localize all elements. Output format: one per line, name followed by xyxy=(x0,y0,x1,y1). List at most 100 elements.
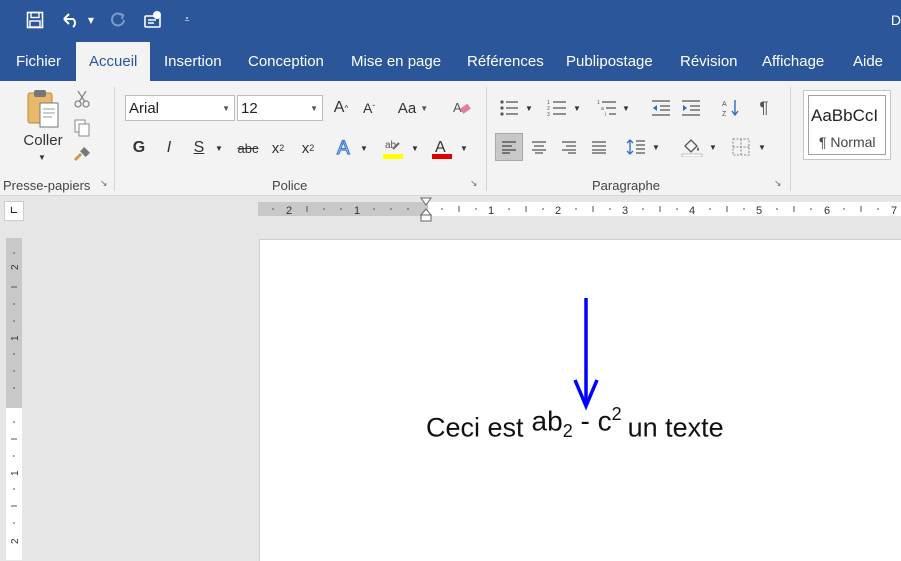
styles-gallery: AaBbCcI ¶ Normal xyxy=(803,90,891,160)
svg-text:A: A xyxy=(722,101,727,108)
svg-text:i: i xyxy=(605,112,606,117)
font-color-icon[interactable]: A xyxy=(429,135,455,161)
tab-publipostage[interactable]: Publipostage xyxy=(553,42,666,81)
group-divider xyxy=(790,87,791,191)
undo-icon[interactable] xyxy=(58,8,84,32)
sort-icon[interactable]: AZ xyxy=(719,96,743,120)
svg-text:A: A xyxy=(435,139,446,156)
highlight-dropdown-icon[interactable]: ▼ xyxy=(409,137,421,159)
tab-accueil[interactable]: Accueil xyxy=(76,42,151,81)
svg-text:a: a xyxy=(601,106,604,112)
font-group-label: Police xyxy=(272,178,308,193)
ruler-number: 2 xyxy=(286,205,292,217)
underline-button[interactable]: S xyxy=(188,137,210,159)
superscript-button[interactable]: x2 xyxy=(297,137,319,159)
paste-button[interactable]: Coller xyxy=(18,130,68,150)
subscript-base: x xyxy=(271,139,280,157)
subscript-mark: 2 xyxy=(279,143,285,153)
tab-aide[interactable]: Aide xyxy=(840,42,896,81)
change-case-button[interactable]: Aa ▼ xyxy=(395,96,431,120)
line-spacing-icon[interactable] xyxy=(624,133,648,161)
style-preview: AaBbCcI xyxy=(811,106,879,125)
ruler-number: 4 xyxy=(689,205,695,217)
clear-formatting-icon[interactable]: A xyxy=(451,96,473,120)
numbering-dropdown-icon[interactable]: ▼ xyxy=(571,96,583,120)
tab-fichier[interactable]: Fichier xyxy=(3,42,74,81)
show-formatting-marks-button[interactable]: ¶ xyxy=(753,96,775,120)
align-center-icon[interactable] xyxy=(527,133,551,161)
font-launcher-icon[interactable]: ↘ xyxy=(470,179,480,189)
vruler-number: 2 xyxy=(10,264,21,270)
vertical-ruler[interactable]: 2 1 1 2 xyxy=(0,238,24,560)
superscript-mark: 2 xyxy=(309,143,315,153)
paste-icon[interactable] xyxy=(22,87,66,131)
save-icon[interactable] xyxy=(22,8,48,32)
paste-dropdown-icon[interactable]: ▼ xyxy=(36,151,48,163)
font-color-dropdown-icon[interactable]: ▼ xyxy=(458,137,470,159)
text-after: un texte xyxy=(627,412,724,443)
tab-affichage[interactable]: Affichage xyxy=(749,42,837,81)
svg-text:3: 3 xyxy=(547,112,550,117)
bullets-dropdown-icon[interactable]: ▼ xyxy=(523,96,535,120)
format-painter-icon[interactable] xyxy=(72,145,92,165)
ruler-number: 5 xyxy=(756,205,762,217)
svg-text:1: 1 xyxy=(597,100,600,106)
copy-icon[interactable] xyxy=(72,118,92,138)
bold-button[interactable]: G xyxy=(128,137,150,159)
shrink-font-icon[interactable]: Aˇ xyxy=(358,96,380,120)
superscript-base: x xyxy=(301,139,310,157)
font-size-combo[interactable]: 12 ▼ xyxy=(237,95,323,121)
text-effects-icon[interactable]: A xyxy=(333,135,357,159)
touch-mode-icon[interactable] xyxy=(141,8,167,32)
cut-icon[interactable] xyxy=(72,89,92,109)
customize-qat-icon[interactable]: ⩡ xyxy=(180,8,194,32)
group-divider xyxy=(486,87,487,191)
document-title: D xyxy=(890,12,901,28)
tab-conception[interactable]: Conception xyxy=(235,42,337,81)
chevron-down-icon: ▼ xyxy=(420,103,429,113)
ruler-number: 1 xyxy=(354,205,360,217)
shading-icon[interactable] xyxy=(679,133,705,161)
paragraph-launcher-icon[interactable]: ↘ xyxy=(774,179,784,189)
italic-button[interactable]: I xyxy=(158,137,180,159)
horizontal-ruler[interactable]: 2 1 1 2 3 4 5 6 7 xyxy=(0,196,901,224)
decrease-indent-icon[interactable] xyxy=(649,96,673,120)
undo-dropdown-icon[interactable]: ▼ xyxy=(85,8,97,32)
subscript-button[interactable]: x2 xyxy=(267,137,289,159)
vruler-number: 2 xyxy=(10,538,21,544)
ribbon-tabs: Fichier Accueil Insertion Conception Mis… xyxy=(0,42,901,81)
style-normal[interactable]: AaBbCcI ¶ Normal xyxy=(808,95,886,155)
numbering-icon[interactable]: 123 xyxy=(545,96,569,120)
paragraph-group-label: Paragraphe xyxy=(592,178,660,193)
shading-dropdown-icon[interactable]: ▼ xyxy=(707,133,719,161)
tab-mise-en-page[interactable]: Mise en page xyxy=(338,42,454,81)
highlight-color-icon[interactable]: ab xyxy=(380,135,406,161)
redo-icon[interactable] xyxy=(106,8,130,32)
formula-subscript: 2 xyxy=(562,420,573,441)
clipboard-launcher-icon[interactable]: ↘ xyxy=(100,179,110,189)
underline-dropdown-icon[interactable]: ▼ xyxy=(212,137,226,159)
bullets-icon[interactable] xyxy=(497,96,521,120)
strikethrough-button[interactable]: abc xyxy=(234,137,262,159)
tab-insertion[interactable]: Insertion xyxy=(151,42,235,81)
multilevel-list-icon[interactable]: 1ai xyxy=(595,96,619,120)
font-name-combo[interactable]: Arial ▼ xyxy=(125,95,235,121)
borders-dropdown-icon[interactable]: ▼ xyxy=(756,133,768,161)
ruler-number: 3 xyxy=(622,205,628,217)
line-spacing-dropdown-icon[interactable]: ▼ xyxy=(650,133,662,161)
tab-revision[interactable]: Révision xyxy=(667,42,751,81)
justify-icon[interactable] xyxy=(587,133,611,161)
vruler-number: 1 xyxy=(10,335,21,341)
align-left-icon[interactable] xyxy=(495,133,523,161)
align-right-icon[interactable] xyxy=(557,133,581,161)
increase-indent-icon[interactable] xyxy=(679,96,703,120)
tab-references[interactable]: Références xyxy=(454,42,557,81)
grow-font-icon[interactable]: A ^ xyxy=(330,96,352,120)
text-effects-dropdown-icon[interactable]: ▼ xyxy=(358,137,370,159)
borders-icon[interactable] xyxy=(729,133,753,161)
svg-text:ab: ab xyxy=(385,140,397,151)
ruler-number: 1 xyxy=(488,205,494,217)
multilevel-dropdown-icon[interactable]: ▼ xyxy=(620,96,632,120)
document-body-text[interactable]: Ceci est ab2 - c2 un texte xyxy=(426,404,724,448)
ribbon: Coller ▼ Presse-papiers ↘ Arial ▼ 12 ▼ A… xyxy=(0,81,901,196)
